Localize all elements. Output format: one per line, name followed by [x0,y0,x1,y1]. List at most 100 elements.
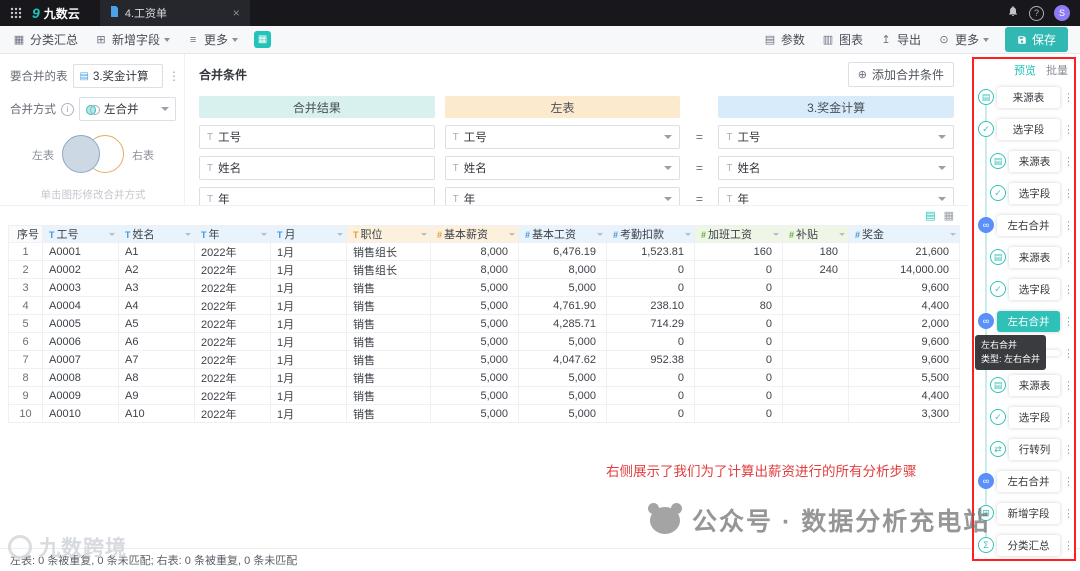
table-row[interactable]: 10 A0010 A10 2022年 1月 销售 5,000 5,000 0 0 3,300 [8,404,960,423]
column-header[interactable]: # 基本工资 [518,225,607,243]
table-row[interactable]: 1 A0001 A1 2022年 1月 销售组长 8,000 6,476.19 1,523.81… [8,242,960,261]
left-table-field[interactable]: T年 [444,187,681,205]
result-field[interactable]: T年 [199,187,435,205]
column-filter-icon[interactable] [950,233,956,239]
column-header[interactable]: # 奖金 [848,225,960,243]
kebab-menu-icon[interactable]: ⋮ [1063,411,1074,424]
step-label[interactable]: 选字段 [1009,406,1060,428]
analysis-step[interactable]: ⇄ 行转列 ⋮ [974,433,1074,465]
left-table-field[interactable]: T 姓名 [444,156,681,180]
table-row[interactable]: 2 A0002 A2 2022年 1月 销售组长 8,000 8,000 0 0 240 14,000… [8,260,960,279]
step-label[interactable]: 选字段 [997,118,1060,140]
grid-view-icon[interactable] [944,209,954,222]
step-label[interactable]: 行转列 [1009,438,1060,460]
analysis-step[interactable]: ✓ 选字段 ⋮ [974,113,1074,145]
column-header[interactable]: # 加班工资 [694,225,783,243]
add-condition-button[interactable]: 添加合并条件 [847,62,954,87]
analysis-step[interactable]: ∞ 左右合并 ⋮ [974,465,1074,497]
tab-batch[interactable]: 批量 [1046,62,1068,78]
flow-view-icon[interactable] [254,31,272,48]
column-header[interactable]: T月 [270,225,347,243]
analysis-step[interactable]: ▤ 来源表 ⋮ [974,81,1074,113]
analysis-step[interactable]: ▤ 来源表 ⋮ [974,241,1074,273]
result-field[interactable]: T 姓名 [199,156,435,180]
venn-diagram[interactable]: 左表 右表 [10,135,176,175]
analysis-step[interactable]: ∞ 左右合并 ⋮ [974,209,1074,241]
kebab-menu-icon[interactable]: ⋮ [1063,315,1074,328]
result-field[interactable]: T 工号 [199,125,435,149]
column-header[interactable]: # 考勤扣款 [606,225,695,243]
table-row[interactable]: 5 A0005 A5 2022年 1月 销售 5,000 4,285.71 714.29 0 2,0… [8,314,960,333]
tab-close-icon[interactable] [233,7,240,19]
export-button[interactable]: 导出 [879,31,921,48]
step-label[interactable]: 左右合并 [997,470,1060,492]
column-filter-icon[interactable] [839,233,845,239]
analysis-step[interactable]: ∞ 左右合并 ⋮ [974,305,1074,337]
user-avatar[interactable]: S [1054,5,1070,21]
column-header[interactable]: # 基本薪资 [430,225,519,243]
table-row[interactable]: 7 A0007 A7 2022年 1月 销售 5,000 4,047.62 952.38 0 9,6… [8,350,960,369]
column-filter-icon[interactable] [185,233,191,239]
kebab-menu-icon[interactable]: ⋮ [1063,347,1074,360]
step-label[interactable]: 来源表 [1009,150,1060,172]
app-grid-icon[interactable] [10,7,22,19]
column-filter-icon[interactable] [261,233,267,239]
analysis-step[interactable]: ▤ 来源表 ⋮ [974,145,1074,177]
table-row[interactable]: 8 A0008 A8 2022年 1月 销售 5,000 5,000 0 0 5,500 [8,368,960,387]
kebab-menu-icon[interactable]: ⋮ [1063,443,1074,456]
step-label[interactable]: 左右合并 [997,214,1060,236]
kebab-menu-icon[interactable]: ⋮ [1063,475,1074,488]
column-header[interactable]: # 补贴 [782,225,849,243]
step-label[interactable]: 左右合并 [997,310,1060,332]
analysis-step[interactable]: Σ 分类汇总 ⋮ [974,529,1074,559]
chart-button[interactable]: 图表 [821,31,863,48]
column-filter-icon[interactable] [773,233,779,239]
more-button-left[interactable]: 更多 [186,31,239,48]
column-header[interactable]: T年 [194,225,271,243]
step-label[interactable]: 分类汇总 [997,534,1060,556]
app-logo[interactable]: 9 九数云 [32,5,80,22]
kebab-menu-icon[interactable]: ⋮ [1063,91,1074,104]
kebab-menu-icon[interactable]: ⋮ [1063,219,1074,232]
kebab-menu-icon[interactable]: ⋮ [1063,539,1074,552]
column-filter-icon[interactable] [421,233,427,239]
column-header[interactable]: 序号 [8,225,43,243]
column-header[interactable]: T 工号 [42,225,119,243]
analysis-step[interactable]: ▤ 来源表 ⋮ [974,369,1074,401]
more-button-right[interactable]: 更多 [937,31,989,48]
step-label[interactable]: 选字段 [1009,278,1060,300]
list-view-icon[interactable] [925,209,935,222]
left-table-field[interactable]: T 工号 [444,125,681,149]
step-label[interactable]: 来源表 [1009,246,1060,268]
right-table-field[interactable]: T年 [718,187,954,205]
kebab-menu-icon[interactable]: ⋮ [1063,123,1074,136]
params-button[interactable]: 参数 [763,31,805,48]
analysis-step[interactable]: ⊞ 新增字段 ⋮ [974,497,1074,529]
tab-preview[interactable]: 预览 [1014,62,1036,78]
analysis-step[interactable]: ✓ 选字段 ⋮ [974,177,1074,209]
info-icon[interactable] [61,102,74,116]
group-summary-button[interactable]: 分类汇总 [12,31,78,48]
column-filter-icon[interactable] [597,233,603,239]
help-icon[interactable] [1029,5,1044,21]
table-row[interactable]: 3 A0003 A3 2022年 1月 销售 5,000 5,000 0 0 9,600 [8,278,960,297]
venn-circles[interactable] [62,135,124,175]
table-row[interactable]: 9 A0009 A9 2022年 1月 销售 5,000 5,000 0 0 4,400 [8,386,960,405]
add-field-button[interactable]: 新增字段 [94,31,171,48]
save-button[interactable]: 保存 [1004,27,1068,52]
notification-bell-icon[interactable] [1007,4,1019,22]
analysis-step[interactable]: ✓ 选字段 ⋮ [974,273,1074,305]
merge-mode-select[interactable]: 左合并 [79,97,176,121]
column-header[interactable]: T 姓名 [118,225,195,243]
kebab-menu-icon[interactable]: ⋮ [1063,251,1074,264]
kebab-menu-icon[interactable]: ⋮ [1063,155,1074,168]
kebab-menu-icon[interactable]: ⋮ [1063,187,1074,200]
column-filter-icon[interactable] [509,233,515,239]
table-row[interactable]: 4 A0004 A4 2022年 1月 销售 5,000 4,761.90 238.10 80 4,… [8,296,960,315]
column-header[interactable]: T 职位 [346,225,431,243]
merge-table-select[interactable]: 3.奖金计算 [72,64,163,88]
document-tab[interactable]: 4.工资单 [99,0,250,26]
column-filter-icon[interactable] [337,233,343,239]
step-label[interactable]: 选字段 [1009,182,1060,204]
kebab-menu-icon[interactable]: ⋮ [1063,507,1074,520]
